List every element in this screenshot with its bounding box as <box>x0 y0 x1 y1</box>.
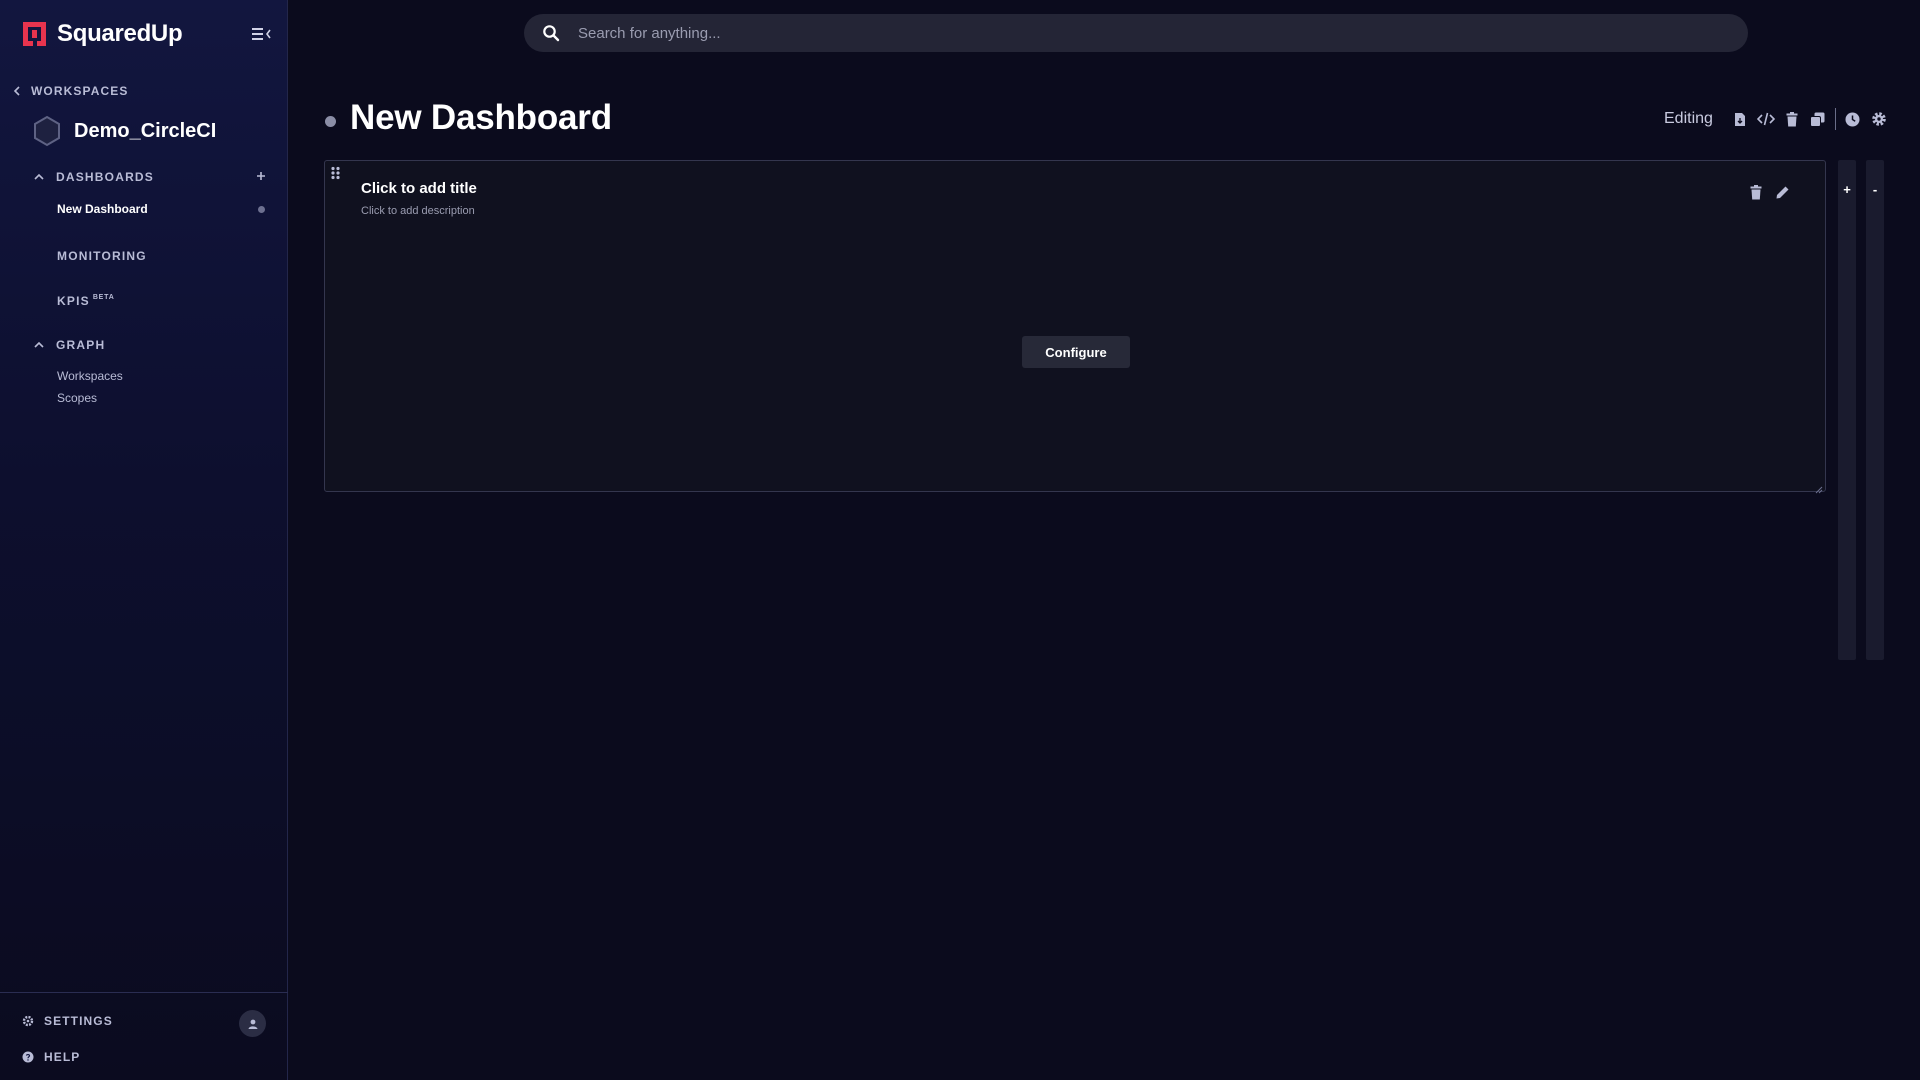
gear-icon <box>22 1015 34 1027</box>
help-label: HELP <box>44 1050 81 1064</box>
settings-label: SETTINGS <box>44 1014 113 1028</box>
sidebar-footer <box>0 992 288 1080</box>
edit-tile-button[interactable] <box>1773 183 1791 201</box>
dashboards-section-toggle[interactable]: DASHBOARDS <box>34 170 154 184</box>
chevron-left-icon <box>13 86 20 96</box>
dashboards-label: DASHBOARDS <box>56 170 155 184</box>
sidebar-item-kpis[interactable]: KPIS BETA <box>57 294 115 308</box>
clock-icon <box>1845 112 1860 126</box>
duplicate-button[interactable] <box>1805 108 1831 130</box>
configure-button[interactable]: Configure <box>1022 336 1130 368</box>
add-dashboard-button[interactable] <box>254 169 268 183</box>
add-column-symbol: + <box>1843 182 1851 197</box>
sidebar-item-monitoring[interactable]: MONITORING <box>57 249 147 263</box>
monitoring-label: MONITORING <box>57 249 147 263</box>
search-icon <box>543 25 560 42</box>
graph-label: GRAPH <box>56 338 106 352</box>
workspace-header[interactable]: Demo_CircleCI <box>32 115 216 147</box>
sidebar: SquaredUp WORKSPACES Demo_CircleCI DASHB… <box>0 0 288 1080</box>
code-icon <box>1756 112 1775 126</box>
help-link[interactable]: HELP <box>22 1050 80 1064</box>
workspace-hexagon-icon <box>34 115 60 147</box>
tile-actions <box>1747 183 1791 201</box>
tile-description[interactable]: Click to add description <box>361 205 475 217</box>
chevron-up-icon <box>34 341 44 348</box>
plus-icon <box>257 172 265 180</box>
menu-collapse-icon <box>252 28 271 40</box>
toolbar-divider <box>1834 108 1836 130</box>
app-name: SquaredUp <box>57 19 183 47</box>
delete-tile-button[interactable] <box>1747 183 1765 201</box>
unsaved-indicator-dot <box>258 206 265 213</box>
chevron-up-icon <box>34 173 44 180</box>
back-to-workspaces-link[interactable]: WORKSPACES <box>13 84 128 98</box>
timeframe-button[interactable] <box>1840 108 1866 130</box>
help-circle-icon <box>22 1051 34 1063</box>
unsaved-status-dot <box>325 116 336 127</box>
gear-icon <box>1872 112 1886 126</box>
sidebar-item-scopes[interactable]: Scopes <box>57 391 97 405</box>
resize-handle[interactable] <box>1815 481 1823 494</box>
add-column-rail[interactable]: + <box>1838 160 1856 660</box>
copy-icon <box>1810 112 1825 127</box>
tile-title[interactable]: Click to add title <box>361 180 477 197</box>
export-icon <box>1734 112 1745 126</box>
global-search-bar[interactable] <box>524 14 1748 52</box>
user-icon <box>248 1019 257 1029</box>
resize-grip-icon <box>1815 486 1823 494</box>
search-input[interactable] <box>578 24 1678 42</box>
dashboard-toolbar: Editing <box>1664 108 1892 130</box>
drag-handle-icon <box>331 166 340 180</box>
kpis-label: KPIS <box>57 294 90 308</box>
remove-column-rail[interactable]: - <box>1866 160 1884 660</box>
page-title[interactable]: New Dashboard <box>350 98 612 138</box>
drag-handle[interactable] <box>330 166 342 180</box>
delete-dashboard-button[interactable] <box>1779 108 1805 130</box>
dashboard-settings-button[interactable] <box>1866 108 1892 130</box>
graph-section-toggle[interactable]: GRAPH <box>34 338 105 352</box>
dashboard-tile: Click to add title Click to add descript… <box>324 160 1826 494</box>
editing-mode-label: Editing <box>1664 110 1713 127</box>
remove-column-symbol: - <box>1872 182 1878 197</box>
beta-badge: BETA <box>92 294 115 301</box>
squaredup-logo[interactable]: SquaredUp <box>21 19 183 48</box>
export-button[interactable] <box>1727 108 1753 130</box>
squaredup-logo-icon <box>23 22 46 46</box>
trash-icon <box>1750 184 1762 199</box>
sidebar-item-new-dashboard[interactable]: New Dashboard <box>57 202 148 216</box>
workspace-name: Demo_CircleCI <box>74 119 217 142</box>
pencil-icon <box>1776 186 1788 198</box>
code-button[interactable] <box>1753 108 1779 130</box>
trash-icon <box>1786 111 1798 126</box>
settings-link[interactable]: SETTINGS <box>22 1014 113 1028</box>
user-avatar[interactable] <box>239 1010 266 1037</box>
sidebar-item-workspaces[interactable]: Workspaces <box>57 369 123 383</box>
back-label: WORKSPACES <box>31 84 129 98</box>
collapse-sidebar-button[interactable] <box>250 24 274 44</box>
